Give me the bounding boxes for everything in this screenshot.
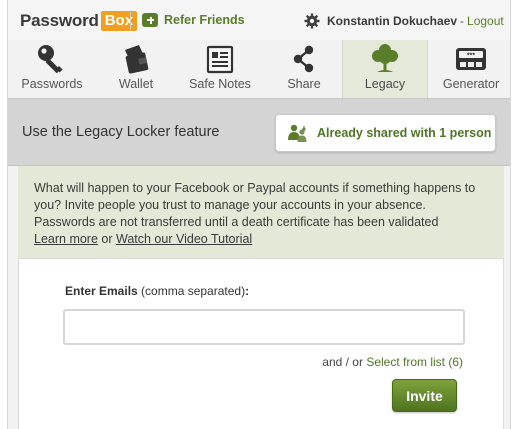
tab-legacy[interactable]: Legacy: [342, 40, 428, 98]
email-label-hint: (comma separated): [137, 284, 246, 298]
info-text: What will happen to your Facebook or Pay…: [34, 181, 476, 229]
tab-legacy-label: Legacy: [364, 77, 406, 91]
already-shared-button[interactable]: Already shared with 1 person: [275, 114, 496, 152]
tab-passwords-label: Passwords: [21, 77, 83, 91]
passwordbox-logo[interactable]: Password Box: [20, 11, 138, 31]
top-bar: Password Box Refer Friends Konstantin Do…: [8, 0, 510, 40]
logo-divider: [130, 12, 131, 30]
select-from-list-row: and / or Select from list (6): [322, 355, 463, 369]
learn-more-link[interactable]: Learn more: [34, 232, 98, 246]
gear-icon[interactable]: [304, 13, 320, 29]
video-tutorial-link[interactable]: Watch our Video Tutorial: [116, 232, 252, 246]
key-icon: [38, 45, 63, 73]
password-generator-icon: ***: [456, 48, 486, 70]
email-label: Enter Emails (comma separated):: [65, 284, 249, 298]
info-or: or: [97, 232, 116, 246]
and-or-text: and / or: [322, 355, 367, 369]
logo-text: Password: [20, 11, 99, 30]
select-from-list-link[interactable]: Select from list (6): [366, 355, 463, 369]
tab-share-label: Share: [287, 77, 321, 91]
username[interactable]: Konstantin Dokuchaev: [327, 14, 457, 28]
app-panel: Password Box Refer Friends Konstantin Do…: [7, 0, 511, 429]
email-field[interactable]: [63, 309, 465, 345]
tab-share[interactable]: Share: [262, 40, 346, 98]
email-label-colon: :: [245, 284, 250, 298]
invite-form: Enter Emails (comma separated): and / or…: [18, 258, 504, 429]
tab-generator-label: Generator: [442, 77, 500, 91]
refer-friends-label: Refer Friends: [164, 13, 245, 27]
tab-wallet-label: Wallet: [118, 77, 154, 91]
tab-generator[interactable]: *** Generator: [430, 40, 510, 98]
logo-box: Box: [100, 11, 138, 31]
already-shared-label: Already shared with 1 person: [317, 126, 492, 140]
legacy-header: Use the Legacy Locker feature Already sh…: [8, 98, 510, 166]
refer-friends-link[interactable]: Refer Friends: [142, 13, 245, 27]
tree-icon: [372, 44, 398, 72]
tab-wallet[interactable]: Wallet: [94, 40, 178, 98]
share-icon: [293, 45, 314, 73]
plus-square-icon: [142, 13, 158, 27]
tab-safe-notes[interactable]: Safe Notes: [178, 40, 262, 98]
invite-button[interactable]: Invite: [392, 379, 457, 412]
tab-safe-notes-label: Safe Notes: [189, 77, 251, 91]
notes-icon: [206, 45, 234, 74]
svg-text:***: ***: [467, 53, 475, 60]
tab-passwords[interactable]: Passwords: [10, 40, 94, 98]
user-separator: -: [460, 14, 465, 28]
page-title: Use the Legacy Locker feature: [22, 124, 220, 140]
email-label-bold: Enter Emails: [65, 284, 138, 298]
wallet-icon: [125, 45, 149, 74]
user-menu: Konstantin Dokuchaev - Logout: [304, 13, 504, 29]
main-nav: Passwords Wallet Safe Notes Share Legacy…: [8, 40, 510, 98]
logout-link[interactable]: Logout: [467, 14, 504, 28]
legacy-info: What will happen to your Facebook or Pay…: [18, 166, 504, 258]
shared-users-icon: [288, 124, 307, 142]
